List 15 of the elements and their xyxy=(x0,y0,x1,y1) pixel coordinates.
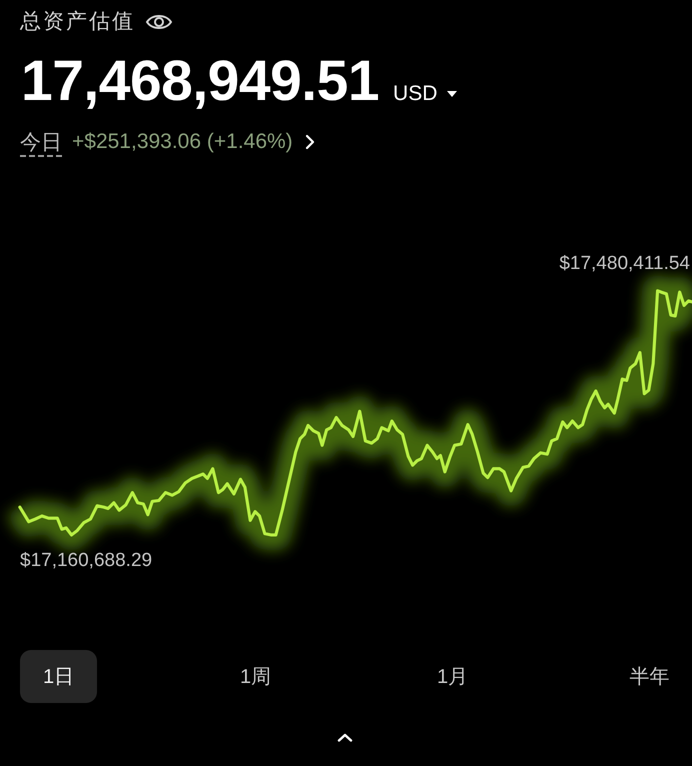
period-tab[interactable]: 1月 xyxy=(414,650,491,703)
period-tab[interactable]: 1周 xyxy=(217,650,294,703)
caret-down-icon xyxy=(447,91,458,97)
chevron-right-icon[interactable] xyxy=(304,134,315,150)
min-value-label: $17,160,688.29 xyxy=(20,550,152,572)
currency-selector[interactable]: USD xyxy=(393,82,458,106)
period-tab[interactable]: 半年 xyxy=(611,650,688,703)
today-change: +$251,393.06 (+1.46%) xyxy=(72,130,293,154)
period-tab[interactable]: 1日 xyxy=(20,650,97,703)
eye-icon[interactable] xyxy=(145,12,173,32)
caret-up-icon[interactable] xyxy=(337,733,353,742)
total-value: 17,468,949.51 xyxy=(21,50,380,112)
total-assets-title: 总资产估值 xyxy=(20,9,135,35)
max-value-label: $17,480,411.54 xyxy=(559,253,690,275)
today-label[interactable]: 今日 xyxy=(20,128,62,156)
